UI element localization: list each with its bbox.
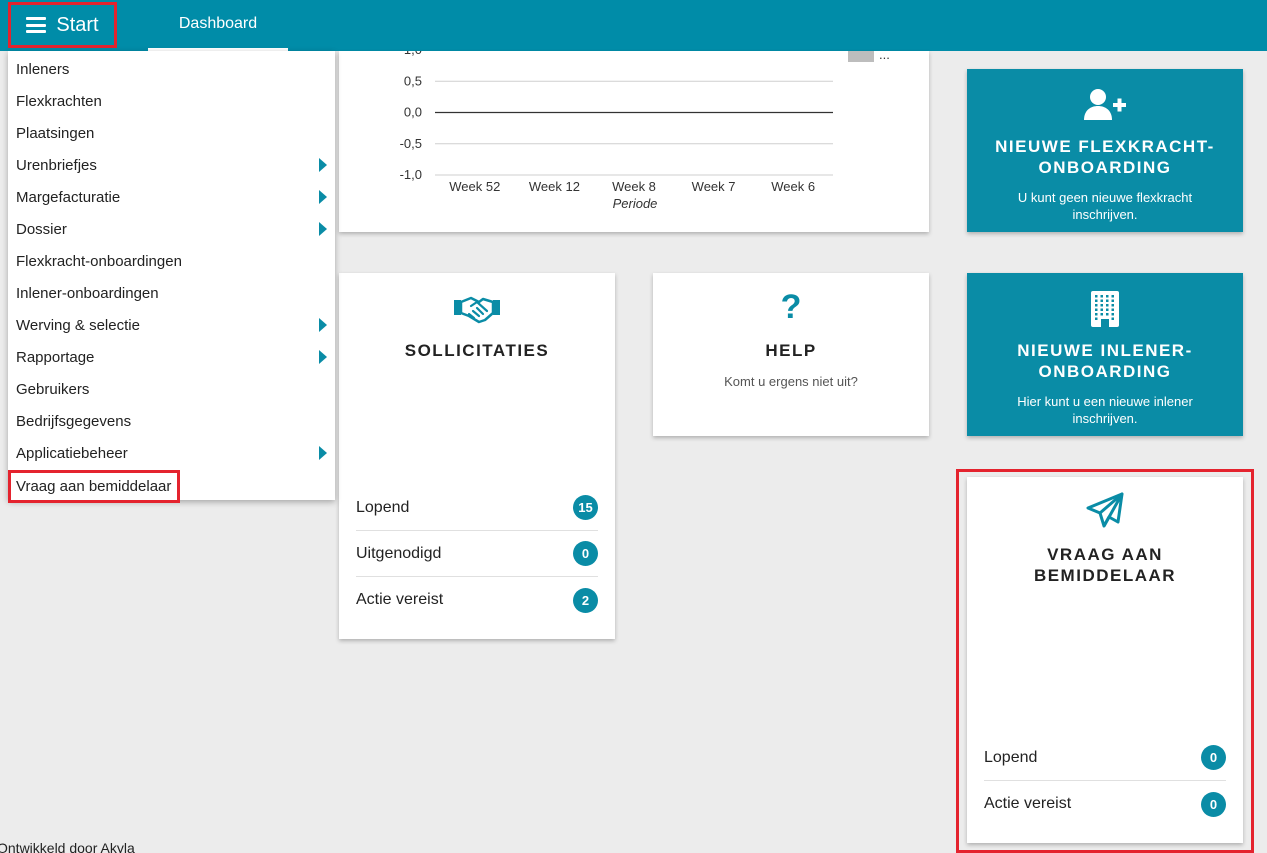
- menu-item-label: Gebruikers: [16, 380, 90, 398]
- handshake-icon: [454, 296, 500, 324]
- start-menu-button[interactable]: Start: [8, 2, 117, 48]
- menu-item-label: Margefacturatie: [16, 188, 121, 206]
- flexkracht-onboarding-sub-2: inschrijven.: [1072, 207, 1138, 222]
- chart-x-tick-label: Week 12: [529, 179, 580, 194]
- inlener-onboarding-sub-2: inschrijven.: [1072, 411, 1138, 426]
- start-button-label: Start: [56, 13, 99, 36]
- menu-item-label: Werving & selectie: [16, 316, 140, 334]
- menu-item-label: Plaatsingen: [16, 124, 95, 142]
- submenu-arrow-icon: [319, 446, 327, 460]
- menu-item-label: Bedrijfsgegevens: [16, 412, 132, 430]
- menu-item-vraag-aan-bemiddelaar[interactable]: Vraag aan bemiddelaar: [8, 470, 180, 503]
- menu-item-gebruikers[interactable]: Gebruikers: [8, 373, 335, 405]
- legend-swatch: [848, 51, 874, 62]
- chart-x-tick-label: Week 6: [771, 179, 815, 194]
- menu-item-rapportage[interactable]: Rapportage: [8, 341, 335, 373]
- submenu-arrow-icon: [319, 190, 327, 204]
- flexkracht-onboarding-title-1: NIEUWE FLEXKRACHT-: [995, 137, 1215, 156]
- footer-credit: Ontwikkeld door Akyla: [0, 840, 135, 853]
- chart-x-tick-label: Week 8: [612, 179, 656, 194]
- chart-y-ticks: 1,0 0,5 0,0 -0,5 -1,0: [400, 51, 422, 182]
- chart-x-tick-label: Week 52: [449, 179, 500, 194]
- chart-x-axis-label: Periode: [613, 196, 658, 211]
- chart-x-tick-label: Week 7: [692, 179, 736, 194]
- menu-item-inlener-onboardingen[interactable]: Inlener-onboardingen: [8, 277, 335, 309]
- inlener-onboarding-card[interactable]: NIEUWE INLENER- ONBOARDING Hier kunt u e…: [967, 273, 1243, 436]
- menu-item-label: Flexkrachten: [16, 92, 102, 110]
- sollicitaties-row-lopend[interactable]: Lopend 15: [356, 485, 598, 531]
- building-icon: [1091, 291, 1119, 327]
- chart-y-tick-label: 1,0: [404, 51, 422, 57]
- menu-item-label: Vraag aan bemiddelaar: [16, 478, 172, 495]
- help-card[interactable]: ? HELP Komt u ergens niet uit?: [653, 273, 929, 436]
- submenu-arrow-icon: [319, 318, 327, 332]
- sollicitaties-card[interactable]: SOLLICITATIES Lopend 15 Uitgenodigd 0 Ac…: [339, 273, 615, 639]
- menu-item-werving-selectie[interactable]: Werving & selectie: [8, 309, 335, 341]
- legend-ellipsis: ...: [879, 51, 890, 62]
- row-label: Actie vereist: [356, 591, 444, 608]
- inlener-onboarding-title-2: ONBOARDING: [1038, 362, 1172, 381]
- line-chart: 1,00,50,0-0,5-1,0 Week 52Week 12Week 8We…: [400, 51, 890, 211]
- sollicitaties-row-uitgenodigd[interactable]: Uitgenodigd 0: [356, 531, 598, 577]
- chart-card: 1,00,50,0-0,5-1,0 Week 52Week 12Week 8We…: [339, 51, 929, 232]
- help-subtitle: Komt u ergens niet uit?: [724, 374, 858, 389]
- top-bar: Start Dashboard: [0, 0, 1267, 51]
- hamburger-icon: [26, 17, 47, 33]
- menu-item-label: Urenbriefjes: [16, 156, 97, 174]
- row-label: Lopend: [356, 498, 410, 516]
- inlener-onboarding-sub-1: Hier kunt u een nieuwe inlener: [1017, 394, 1193, 409]
- menu-item-urenbriefjes[interactable]: Urenbriefjes: [8, 149, 335, 181]
- inlener-onboarding-title-1: NIEUWE INLENER-: [1017, 341, 1193, 360]
- menu-item-label: Dossier: [16, 220, 67, 238]
- submenu-arrow-icon: [319, 158, 327, 172]
- flexkracht-onboarding-sub-1: U kunt geen nieuwe flexkracht: [1017, 190, 1193, 205]
- start-dropdown-menu: Inleners Flexkrachten Plaatsingen Urenbrief…: [8, 51, 335, 503]
- submenu-arrow-icon: [319, 222, 327, 236]
- question-icon: ?: [780, 288, 802, 326]
- count-badge: 0: [573, 541, 598, 566]
- sollicitaties-row-actie-vereist[interactable]: Actie vereist 2: [356, 577, 598, 623]
- menu-item-flexkracht-onboardingen[interactable]: Flexkracht-onboardingen: [8, 245, 335, 277]
- user-plus-icon: [1084, 89, 1126, 120]
- highlight-frame: [956, 469, 1254, 853]
- chart-y-tick-label: 0,0: [404, 105, 422, 120]
- flexkracht-onboarding-title-2: ONBOARDING: [1038, 158, 1172, 177]
- menu-item-flexkrachten[interactable]: Flexkrachten: [8, 85, 335, 117]
- submenu-arrow-icon: [319, 350, 327, 364]
- menu-item-plaatsingen[interactable]: Plaatsingen: [8, 117, 335, 149]
- chart-x-ticks: Week 52 Week 12 Week 8 Week 7 Week 6: [449, 179, 815, 194]
- menu-item-label: Applicatiebeheer: [16, 444, 128, 462]
- row-label: Uitgenodigd: [356, 544, 442, 562]
- menu-item-bedrijfsgegevens[interactable]: Bedrijfsgegevens: [8, 405, 335, 437]
- chart-y-tick-label: 0,5: [404, 73, 422, 88]
- menu-item-label: Inlener-onboardingen: [16, 284, 159, 302]
- menu-item-dossier[interactable]: Dossier: [8, 213, 335, 245]
- tab-dashboard[interactable]: Dashboard: [148, 0, 288, 51]
- count-badge: 2: [573, 587, 598, 613]
- menu-item-inleners[interactable]: Inleners: [8, 53, 335, 85]
- chart-y-tick-label: -0,5: [400, 136, 422, 151]
- help-title: HELP: [765, 341, 817, 360]
- menu-item-label: Flexkracht-onboardingen: [16, 252, 182, 270]
- menu-item-label: Inleners: [16, 60, 70, 78]
- menu-item-label: Rapportage: [16, 348, 95, 366]
- chart-y-tick-label: -1,0: [400, 167, 422, 182]
- count-badge: 15: [573, 495, 598, 520]
- menu-item-applicatiebeheer[interactable]: Applicatiebeheer: [8, 437, 335, 469]
- menu-item-margefacturatie[interactable]: Margefacturatie: [8, 181, 335, 213]
- flexkracht-onboarding-card[interactable]: NIEUWE FLEXKRACHT- ONBOARDING U kunt gee…: [967, 69, 1243, 232]
- sollicitaties-title: SOLLICITATIES: [404, 341, 550, 360]
